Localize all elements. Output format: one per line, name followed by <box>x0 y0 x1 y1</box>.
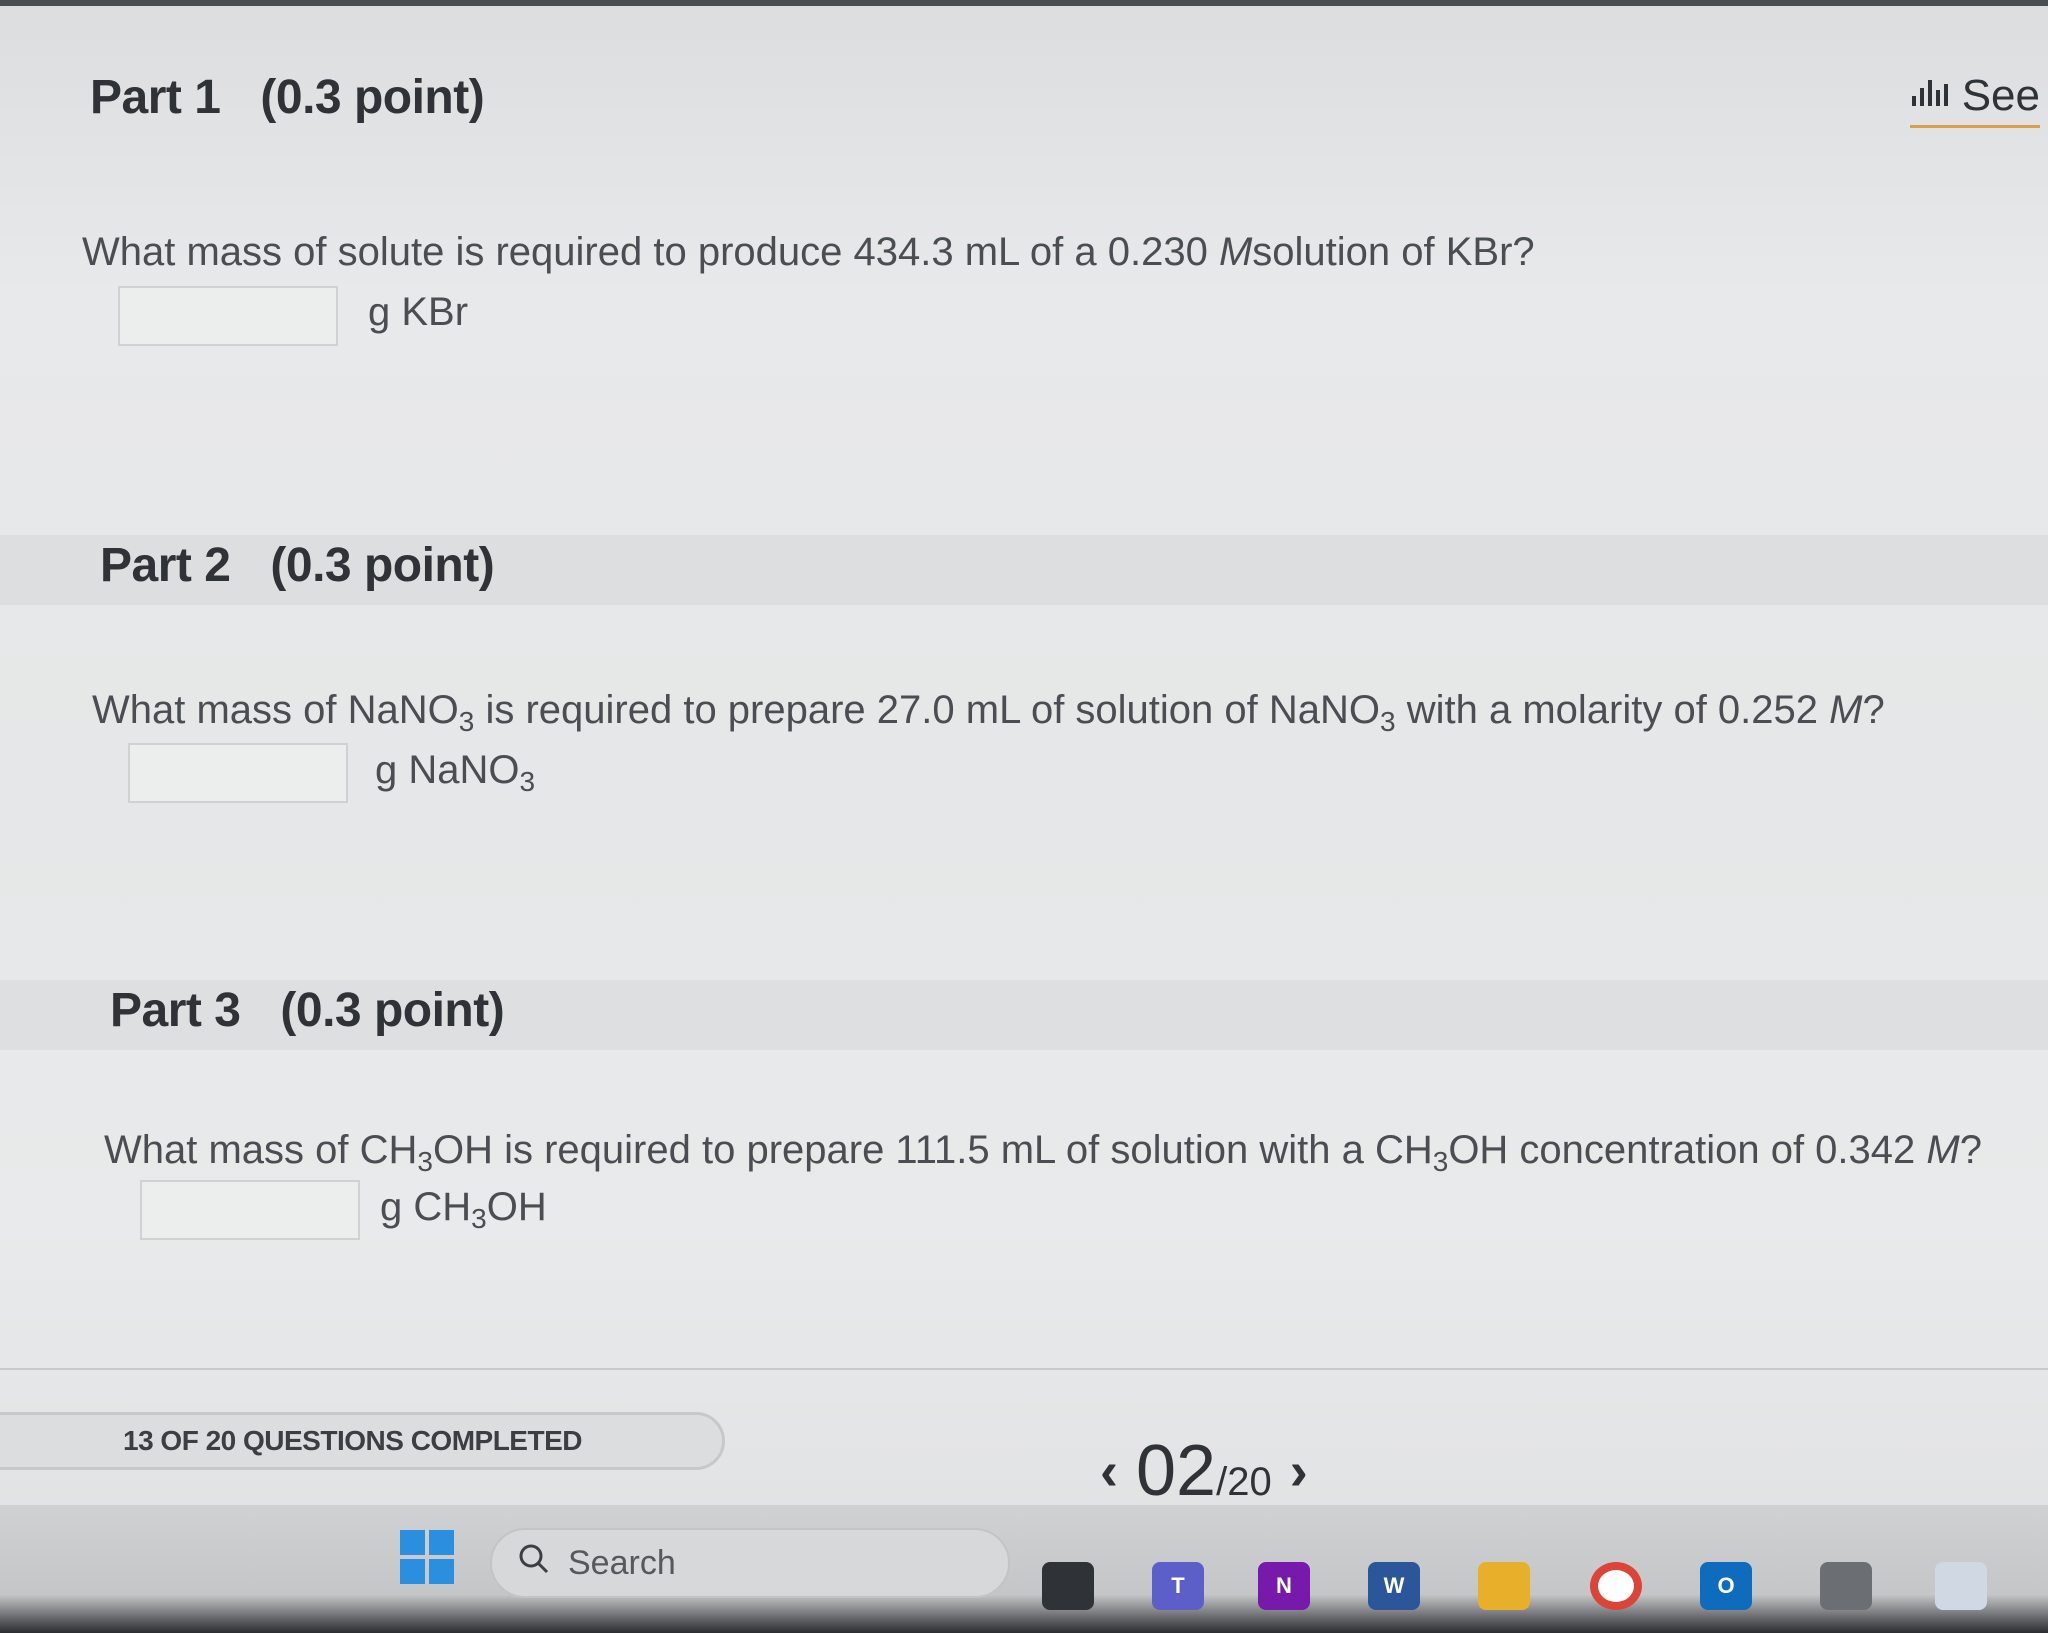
q2-a: What mass of NaNO <box>92 688 459 732</box>
part-2-title: Part 2 (0.3 point) <box>100 538 495 593</box>
taskbar-search[interactable]: Search <box>490 1528 1010 1598</box>
q3-c: OH concentration of 0.342 <box>1448 1128 1927 1172</box>
u3-prefix: g CH <box>380 1185 472 1229</box>
chevron-left-icon[interactable]: ‹ <box>1100 1440 1118 1502</box>
part-3-label: Part 3 <box>110 984 241 1037</box>
q2-unit: M <box>1829 688 1863 732</box>
search-placeholder: Search <box>568 1543 676 1582</box>
q2-end: ? <box>1862 688 1885 732</box>
part-2-points: (0.3 point) <box>270 539 495 592</box>
part-3-points: (0.3 point) <box>280 984 505 1037</box>
part-1-label: Part 1 <box>90 71 221 124</box>
part-1-points: (0.3 point) <box>260 71 485 124</box>
q3-a-sub: 3 <box>417 1146 433 1177</box>
see-label: See <box>1961 70 2040 120</box>
part-2-unit: g NaNO3 <box>375 748 535 798</box>
part-2-label: Part 2 <box>100 539 231 592</box>
part-1-answer-input[interactable] <box>118 286 338 346</box>
windows-start-icon[interactable] <box>400 1530 454 1584</box>
teams-icon[interactable]: T <box>1152 1562 1204 1610</box>
chrome-icon[interactable] <box>1590 1562 1642 1610</box>
part-3-question: What mass of CH3OH is required to prepar… <box>104 1128 1982 1178</box>
file-explorer-icon[interactable] <box>1042 1562 1094 1610</box>
q2-a-sub: 3 <box>458 706 475 737</box>
u2-sub: 3 <box>519 766 536 797</box>
q1-text-b: solution of KBr? <box>1252 230 1535 274</box>
part-2-answer-input[interactable] <box>128 743 348 803</box>
calculator-icon[interactable] <box>1820 1562 1872 1610</box>
u3-suffix: OH <box>486 1185 547 1229</box>
q1-text-a: What mass of solute is required to produ… <box>82 230 1219 274</box>
q3-unit: M <box>1926 1128 1960 1172</box>
part-1-question: What mass of solute is required to produ… <box>82 230 1535 275</box>
q2-b-sub: 3 <box>1380 706 1396 737</box>
part-1-title: Part 1 (0.3 point) <box>90 70 485 125</box>
search-icon <box>516 1541 552 1586</box>
q2-c: with a molarity of 0.252 <box>1395 688 1830 732</box>
q3-end: ? <box>1959 1128 1982 1172</box>
current-page: 02 <box>1135 1431 1217 1511</box>
folder-icon[interactable] <box>1478 1562 1530 1610</box>
notepad-icon[interactable] <box>1935 1562 1987 1610</box>
u1-prefix: g KBr <box>368 290 469 334</box>
q3-b: OH is required to prepare 111.5 mL of so… <box>432 1128 1433 1172</box>
part-2-question: What mass of NaNO3 is required to prepar… <box>92 688 1885 738</box>
part-1-unit: g KBr <box>368 290 468 335</box>
chevron-right-icon[interactable]: › <box>1290 1440 1308 1502</box>
see-link[interactable]: See <box>1909 70 2040 128</box>
onenote-icon[interactable]: N <box>1258 1562 1310 1610</box>
q1-unit: M <box>1218 230 1253 274</box>
top-border <box>0 0 2048 6</box>
part-3-unit: g CH3OH <box>380 1185 547 1235</box>
outlook-icon[interactable]: O <box>1700 1562 1752 1610</box>
q3-a: What mass of CH <box>104 1128 418 1172</box>
progress-text: 13 OF 20 QUESTIONS COMPLETED <box>123 1425 582 1456</box>
u2-prefix: g NaNO <box>375 748 520 792</box>
q2-b: is required to prepare 27.0 mL of soluti… <box>474 688 1381 732</box>
page-indicator: 02/20 <box>1136 1430 1272 1512</box>
page: See Part 1 (0.3 point) What mass of solut… <box>0 0 2048 1633</box>
bars-icon <box>1910 70 1954 121</box>
q3-b-sub: 3 <box>1432 1146 1449 1177</box>
part-3-answer-input[interactable] <box>140 1180 360 1240</box>
part-3-title: Part 3 (0.3 point) <box>110 983 505 1038</box>
total-pages: /20 <box>1216 1460 1272 1504</box>
progress-indicator: 13 OF 20 QUESTIONS COMPLETED <box>0 1412 725 1470</box>
footer-divider <box>0 1368 2048 1370</box>
u3-sub: 3 <box>471 1203 487 1234</box>
question-pager: ‹ 02/20 › <box>1100 1430 1308 1512</box>
word-icon[interactable]: W <box>1368 1562 1420 1610</box>
